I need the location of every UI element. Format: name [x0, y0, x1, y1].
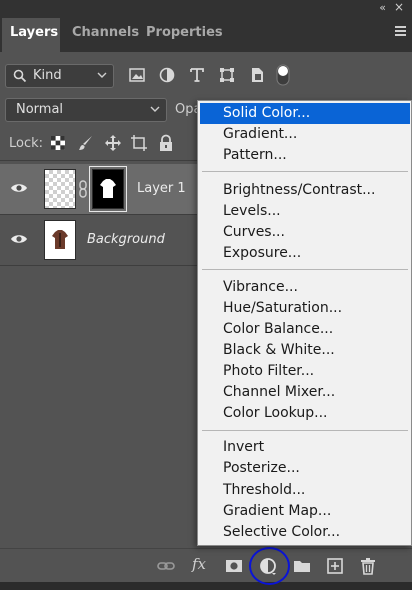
menu-separator: [202, 269, 408, 270]
link-mask-icon[interactable]: [78, 180, 88, 198]
menu-item-black-white[interactable]: Black & White...: [200, 340, 410, 361]
menu-item-exposure[interactable]: Exposure...: [200, 243, 410, 264]
menu-item-curves[interactable]: Curves...: [200, 222, 410, 243]
menu-item-hue-saturation[interactable]: Hue/Saturation...: [200, 298, 410, 319]
add-mask-icon[interactable]: [224, 556, 244, 576]
visibility-eye-icon[interactable]: [10, 232, 28, 246]
layers-bottom-bar: fx: [0, 548, 412, 582]
menu-item-gradient[interactable]: Gradient...: [200, 124, 410, 145]
search-icon: [13, 69, 27, 83]
menu-item-posterize[interactable]: Posterize...: [200, 458, 410, 479]
annotation-highlight-ring: [249, 547, 290, 585]
image-filter-icon[interactable]: [128, 66, 146, 84]
tab-properties[interactable]: Properties: [138, 18, 223, 52]
lock-position-icon[interactable]: [104, 134, 122, 152]
blend-mode-select[interactable]: Normal: [5, 98, 167, 122]
menu-item-solid-color[interactable]: Solid Color...: [200, 103, 410, 124]
chevron-down-icon: [150, 106, 160, 112]
menu-item-selective-color[interactable]: Selective Color...: [200, 522, 410, 543]
new-group-icon[interactable]: [292, 556, 312, 576]
new-layer-icon[interactable]: [325, 556, 345, 576]
background-thumbnail[interactable]: [44, 220, 76, 260]
shirt-image-icon: [52, 230, 68, 249]
lock-artboard-icon[interactable]: [130, 134, 148, 152]
shape-filter-icon[interactable]: [218, 66, 236, 84]
panel-menu-icon[interactable]: [395, 26, 406, 36]
menu-item-color-lookup[interactable]: Color Lookup...: [200, 403, 410, 424]
lock-image-pixels-icon[interactable]: [77, 134, 95, 152]
lock-transparent-pixels-icon[interactable]: [49, 134, 67, 152]
type-filter-icon[interactable]: [188, 66, 206, 84]
close-panel-icon[interactable]: ×: [394, 0, 404, 14]
shirt-mask-icon: [100, 179, 116, 198]
menu-separator: [202, 171, 408, 172]
lock-all-icon[interactable]: [157, 134, 175, 152]
add-layer-style-icon[interactable]: fx: [192, 555, 206, 573]
tab-layers[interactable]: Layers: [2, 18, 60, 52]
adjustment-filter-icon[interactable]: [158, 66, 176, 84]
lock-label: Lock:: [9, 136, 44, 151]
menu-item-threshold[interactable]: Threshold...: [200, 480, 410, 501]
menu-item-color-balance[interactable]: Color Balance...: [200, 319, 410, 340]
tab-channels[interactable]: Channels: [64, 18, 142, 52]
menu-item-invert[interactable]: Invert: [200, 437, 410, 458]
menu-item-photo-filter[interactable]: Photo Filter...: [200, 361, 410, 382]
menu-item-channel-mixer[interactable]: Channel Mixer...: [200, 382, 410, 403]
menu-item-brightness-contrast[interactable]: Brightness/Contrast...: [200, 180, 410, 201]
menu-item-gradient-map[interactable]: Gradient Map...: [200, 501, 410, 522]
adjustment-layer-menu: Solid Color... Gradient... Pattern... Br…: [197, 100, 412, 546]
menu-item-vibrance[interactable]: Vibrance...: [200, 277, 410, 298]
menu-item-pattern[interactable]: Pattern...: [200, 145, 410, 166]
layer-name[interactable]: Layer 1: [137, 181, 186, 196]
blend-mode-value: Normal: [16, 102, 64, 117]
filter-toggle-icon[interactable]: [276, 64, 290, 86]
visibility-eye-icon[interactable]: [10, 181, 28, 195]
panel-top-strip: « ×: [0, 0, 412, 18]
chevron-down-icon: [97, 72, 107, 78]
collapse-panels-icon[interactable]: «: [379, 1, 386, 14]
filter-kind-select[interactable]: Kind: [5, 64, 114, 88]
delete-layer-icon[interactable]: [358, 556, 378, 576]
link-layers-icon[interactable]: [156, 556, 176, 576]
menu-separator: [202, 430, 408, 431]
smart-object-filter-icon[interactable]: [248, 66, 266, 84]
panel-tab-bar: Layers Channels Properties: [0, 18, 412, 52]
filter-kind-label: Kind: [33, 68, 62, 83]
layer-name[interactable]: Background: [87, 232, 165, 247]
menu-item-levels[interactable]: Levels...: [200, 201, 410, 222]
layer-thumbnail[interactable]: [44, 169, 76, 209]
layer-mask-thumbnail[interactable]: [92, 169, 124, 209]
